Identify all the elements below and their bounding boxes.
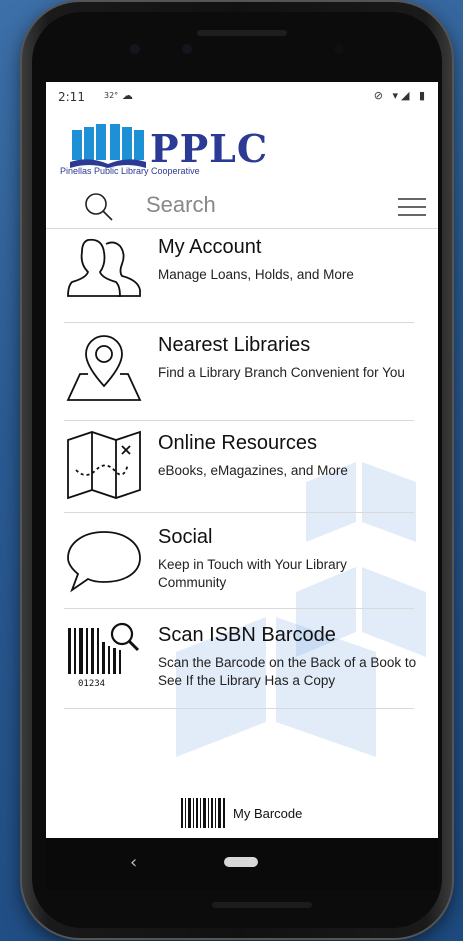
barcode-icon <box>181 798 225 828</box>
menu-subtitle-scan-isbn: Scan the Barcode on the Back of a Book t… <box>158 655 417 688</box>
front-camera <box>182 44 192 54</box>
menu-subtitle-my-account: Manage Loans, Holds, and More <box>158 267 354 282</box>
barcode-digits: 01234 <box>78 679 105 689</box>
my-barcode-label: My Barcode <box>233 806 303 821</box>
menu-item-online-resources[interactable]: Online Resources eBooks, eMagazines, and… <box>46 426 438 518</box>
menu-item-scan-isbn[interactable]: 01234 Scan ISBN Barcode Scan the Barcode… <box>46 618 438 710</box>
menu-title-nearest-libraries: Nearest Libraries <box>158 334 311 356</box>
menu-item-my-account[interactable]: My Account Manage Loans, Holds, and More <box>46 230 438 323</box>
treasure-map-icon <box>67 430 141 500</box>
status-bar: 2:11 32° ☁ ⊘ ▾◢ ▮ <box>46 82 438 110</box>
menu-subtitle-social: Keep in Touch with Your Library Communit… <box>158 557 347 590</box>
search-icon[interactable] <box>84 192 114 222</box>
menu-title-online-resources: Online Resources <box>158 432 317 454</box>
menu-item-social[interactable]: Social Keep in Touch with Your Library C… <box>46 520 438 612</box>
earpiece <box>197 30 287 36</box>
menu-divider <box>64 322 414 323</box>
back-icon[interactable]: ‹ <box>130 852 137 873</box>
search-input[interactable]: Search <box>146 192 216 218</box>
search-bar: Search <box>46 186 438 229</box>
menu-title-social: Social <box>158 526 213 548</box>
menu-item-nearest-libraries[interactable]: Nearest Libraries Find a Library Branch … <box>46 328 438 421</box>
home-pill-icon[interactable] <box>224 857 258 867</box>
logo-wordmark: PPLC <box>150 126 269 171</box>
menu-subtitle-nearest-libraries: Find a Library Branch Convenient for You <box>158 365 405 380</box>
menu-title-my-account: My Account <box>158 236 262 258</box>
users-icon <box>67 238 141 297</box>
logo-tagline: Pinellas Public Library Cooperative <box>60 166 200 176</box>
bottom-speaker <box>212 902 312 908</box>
cloud-icon: ☁ <box>122 89 133 102</box>
menu-title-scan-isbn: Scan ISBN Barcode <box>158 624 336 646</box>
app-screen: 2:11 32° ☁ ⊘ ▾◢ ▮ PPLC Pinellas Public L… <box>46 82 438 838</box>
books-logo-icon <box>70 124 146 168</box>
barcode-scan-icon: 01234 <box>68 622 140 689</box>
front-sensor <box>130 44 140 54</box>
menu-divider <box>64 608 414 609</box>
status-icons: ⊘ ▾◢ ▮ <box>373 89 428 102</box>
menu-subtitle-online-resources: eBooks, eMagazines, and More <box>158 463 348 478</box>
speech-bubble-icon <box>67 531 141 593</box>
status-temp: 32° <box>104 91 119 100</box>
menu-divider <box>64 708 414 709</box>
android-nav-bar: ‹ <box>46 838 438 890</box>
status-time: 2:11 <box>58 90 85 104</box>
menu-divider <box>64 512 414 513</box>
front-sensor-right <box>334 44 344 54</box>
map-pin-icon <box>66 335 142 401</box>
menu-divider <box>64 420 414 421</box>
hamburger-menu-icon[interactable] <box>398 198 426 216</box>
pplc-logo: PPLC Pinellas Public Library Cooperative <box>60 122 320 178</box>
